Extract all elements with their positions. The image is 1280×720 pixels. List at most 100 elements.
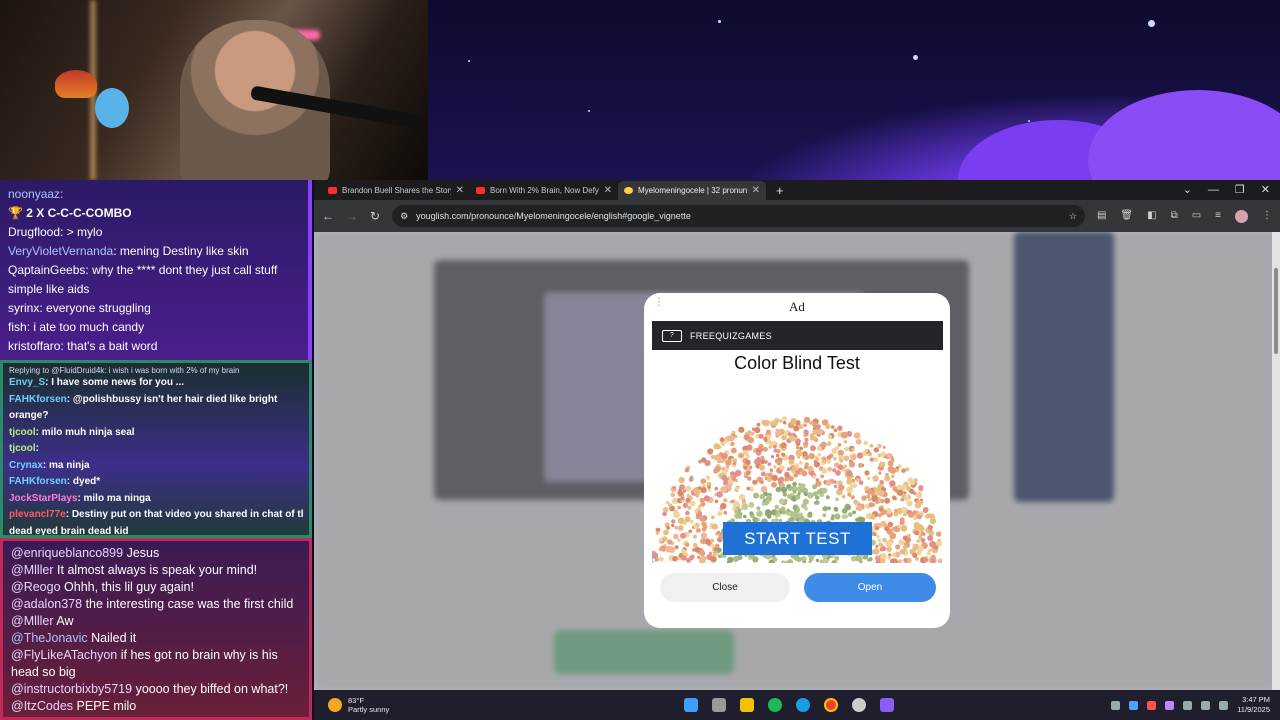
chat-text: Jesus — [126, 546, 160, 560]
test-dot — [693, 488, 700, 494]
test-dot — [832, 468, 837, 473]
start-icon[interactable] — [684, 698, 698, 712]
file-explorer-icon[interactable] — [740, 698, 754, 712]
chat-username: Envy_S — [9, 377, 46, 388]
test-dot — [813, 461, 821, 468]
webcam-feed — [0, 0, 428, 180]
chat-message: tjcool: milo muh ninja seal — [9, 426, 135, 438]
task-view-icon[interactable] — [712, 698, 726, 712]
close-tab-icon[interactable]: ✕ — [752, 185, 760, 196]
tray-icon[interactable] — [1111, 700, 1121, 710]
site-info-icon[interactable]: ⚙ — [400, 211, 408, 222]
media-icon[interactable]: ≡ — [1215, 210, 1221, 223]
puzzle-icon[interactable]: ⧉ — [1171, 210, 1178, 223]
new-tab-button[interactable]: + — [766, 181, 794, 200]
wifi-icon[interactable] — [1201, 700, 1211, 710]
test-dot — [872, 475, 879, 482]
start-test-button[interactable]: START TEST — [723, 522, 872, 555]
test-dot — [902, 544, 908, 550]
tab-brandon-buell[interactable]: Brandon Buell Shares the Story ✕ — [322, 181, 470, 200]
close-button[interactable]: Close — [660, 573, 790, 602]
reload-icon[interactable]: ↻ — [370, 209, 380, 223]
extension-icon[interactable]: 🗑 — [1120, 210, 1133, 223]
test-dot — [719, 437, 725, 443]
test-dot — [720, 486, 727, 493]
test-dot — [700, 555, 707, 562]
test-dot — [679, 484, 685, 490]
chat-message: @TheJonavic Nailed it — [11, 630, 301, 647]
tab-youglish[interactable]: Myelomeningocele | 32 pronun ✕ — [618, 181, 766, 200]
close-window-icon[interactable]: ✕ — [1261, 181, 1270, 200]
test-dot — [714, 486, 719, 491]
test-dot — [925, 514, 930, 519]
youtube-icon — [328, 187, 337, 194]
tab-born-with-2-percent[interactable]: Born With 2% Brain, Now Defy ✕ — [470, 181, 618, 200]
test-dot — [682, 489, 687, 493]
tray-icon[interactable] — [1165, 700, 1175, 710]
test-dot — [787, 559, 793, 563]
clock-time: 3:47 PM — [1242, 695, 1270, 704]
test-dot — [825, 423, 831, 429]
edge-icon[interactable] — [796, 698, 810, 712]
extension-icon[interactable]: ◧ — [1147, 210, 1156, 223]
star — [718, 20, 721, 23]
test-dot — [884, 497, 891, 504]
clock[interactable]: 3:47 PM 11/9/2025 — [1237, 695, 1270, 715]
test-dot — [820, 441, 827, 448]
test-dot — [845, 505, 850, 510]
test-dot — [817, 453, 821, 457]
figurine — [95, 88, 129, 128]
menu-icon[interactable]: ⋮ — [1262, 210, 1272, 223]
test-dot — [797, 455, 801, 459]
restore-icon[interactable]: ❐ — [1235, 181, 1245, 200]
test-dot — [835, 446, 840, 451]
steam-icon[interactable] — [1183, 700, 1193, 710]
address-bar[interactable]: ⚙ youglish.com/pronounce/Myelomeningocel… — [392, 205, 1085, 227]
minimize-icon[interactable]: — — [1208, 181, 1219, 200]
test-dot — [774, 514, 779, 518]
volume-icon[interactable] — [1219, 700, 1229, 710]
forward-icon[interactable]: → — [346, 209, 358, 223]
test-dot — [913, 516, 918, 521]
test-dot — [825, 495, 830, 500]
url-text[interactable]: youglish.com/pronounce/Myelomeningocele/… — [416, 211, 1061, 221]
sidepanel-icon[interactable]: ▭ — [1192, 210, 1201, 223]
test-dot — [887, 465, 894, 472]
test-dot — [853, 500, 859, 506]
test-dot — [918, 485, 924, 491]
chrome-icon[interactable] — [824, 698, 838, 712]
chevron-down-icon[interactable]: ⌄ — [1183, 181, 1192, 200]
bookmark-star-icon[interactable]: ☆ — [1069, 211, 1077, 222]
page-scrollbar[interactable] — [1272, 232, 1280, 690]
test-dot — [880, 510, 886, 516]
weather-condition: Partly sunny — [348, 705, 390, 714]
spotify-icon[interactable] — [768, 698, 782, 712]
weather-widget[interactable]: 83°F Partly sunny — [314, 696, 684, 714]
test-dot — [767, 477, 772, 482]
ad-brand-bar[interactable]: ? FREEQUIZGAMES — [652, 321, 943, 350]
test-dot — [878, 542, 883, 547]
close-tab-icon[interactable]: ✕ — [604, 185, 612, 196]
profile-avatar[interactable] — [1235, 209, 1248, 223]
test-dot — [681, 555, 687, 561]
test-dot — [800, 483, 806, 489]
chat-username: Crynax — [9, 459, 43, 471]
test-dot — [753, 492, 759, 499]
test-dot — [844, 446, 849, 452]
test-dot — [869, 444, 874, 448]
app-icon[interactable] — [852, 698, 866, 712]
chat-text: I have some news for you ... — [51, 377, 185, 388]
back-icon[interactable]: ← — [322, 209, 334, 223]
chat-username: @instructorbixby5719 — [11, 682, 133, 696]
close-tab-icon[interactable]: ✕ — [456, 185, 464, 196]
app-icon[interactable] — [880, 698, 894, 712]
open-button[interactable]: Open — [804, 573, 936, 602]
test-dot — [677, 517, 685, 525]
chat-text: Destiny put on that video you shared in … — [71, 509, 303, 520]
extension-icon[interactable]: ▤ — [1097, 210, 1106, 223]
adchoices-icon[interactable]: ▷ — [652, 555, 658, 564]
scrollbar-thumb[interactable] — [1274, 268, 1278, 354]
test-dot — [773, 444, 777, 449]
tray-icon[interactable] — [1147, 700, 1157, 710]
tray-icon[interactable] — [1129, 700, 1139, 710]
